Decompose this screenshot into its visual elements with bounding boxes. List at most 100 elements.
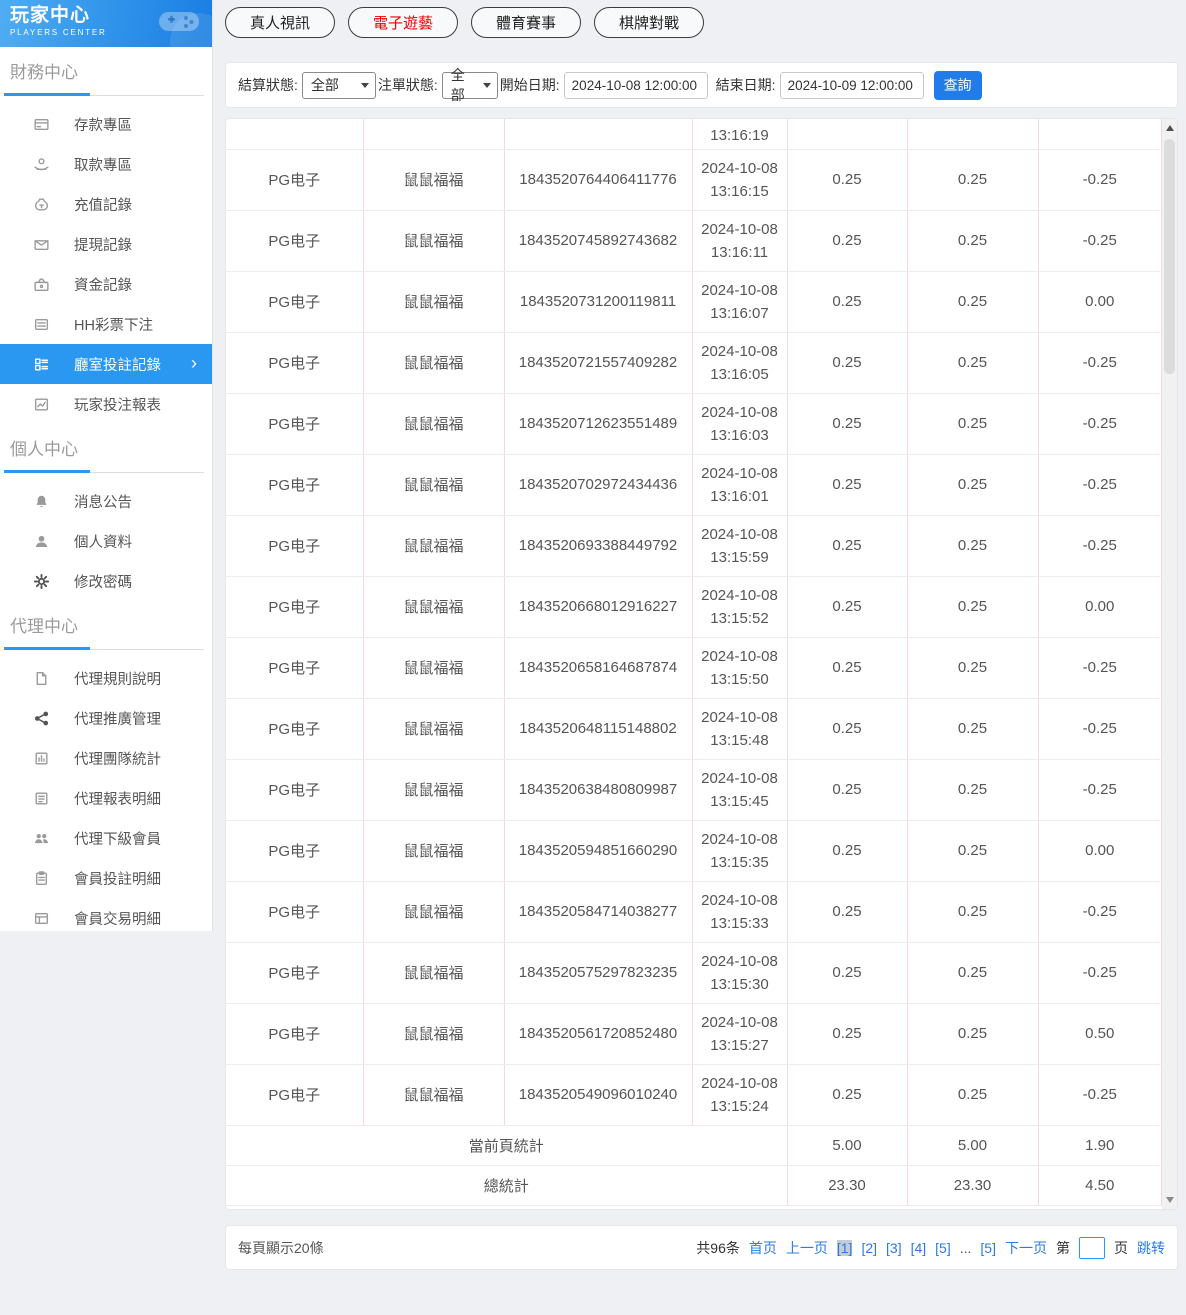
bet-amount-cell: 0.25: [787, 515, 908, 577]
game-name-cell: 鼠鼠福福: [363, 515, 505, 577]
valid-amount-cell: 0.25: [907, 881, 1039, 943]
game-name-cell: 鼠鼠福福: [363, 149, 505, 211]
bet-amount-cell: 0.25: [787, 454, 908, 516]
win-loss-cell: -0.25: [1038, 698, 1162, 760]
sidebar-item[interactable]: 代理報表明細: [0, 778, 212, 818]
table-row: PG电子 鼠鼠福福 1843520648115148802 2024-10-08…: [226, 698, 1162, 760]
bet-records-table-panel: 13:16:19 PG电子 鼠鼠福福 1843520764406411776 2…: [225, 118, 1178, 1210]
sidebar-nav: 財務中心存款專區取款專區充值記錄 提現記錄 資金記錄 HH彩票下注廳室投註記錄 › 玩家投…: [0, 47, 212, 938]
provider-cell: PG电子: [226, 1003, 364, 1065]
partial-time-cell: 13:16:19: [692, 119, 788, 150]
win-loss-cell: -0.25: [1038, 332, 1162, 394]
bet-amount-cell: 0.25: [787, 271, 908, 333]
chevron-down-icon: [360, 82, 369, 88]
next-page-link[interactable]: 下一页: [1005, 1238, 1047, 1258]
sidebar-item[interactable]: 玩家投注報表: [0, 384, 212, 424]
win-loss-cell: -0.25: [1038, 942, 1162, 1004]
scroll-up-arrow-icon[interactable]: [1165, 125, 1174, 131]
page-link-5[interactable]: [5]: [935, 1240, 951, 1256]
order-status-value: 全部: [450, 67, 465, 103]
sidebar-item[interactable]: 資金記錄: [0, 264, 212, 304]
provider-cell: PG电子: [226, 698, 364, 760]
valid-amount-cell: 0.25: [907, 210, 1039, 272]
pagination-ellipsis: ...: [959, 1239, 972, 1256]
valid-amount-cell: 0.25: [907, 149, 1039, 211]
search-button[interactable]: 查詢: [933, 70, 982, 100]
tab-board-card-games[interactable]: 棋牌對戰: [594, 7, 705, 38]
sidebar-item[interactable]: 代理規則說明: [0, 658, 212, 698]
datetime-cell: 2024-10-08 13:16:15: [692, 149, 788, 211]
table-row: PG电子 鼠鼠福福 1843520638480809987 2024-10-08…: [226, 759, 1162, 821]
page-link-3[interactable]: [3]: [886, 1240, 902, 1256]
sidebar-item[interactable]: 消息公告: [0, 481, 212, 521]
order-id-cell: 1843520594851660290: [504, 820, 693, 882]
players-center-page: 玩家中心 PLAYERS CENTER 財務中心 存款專區 取款專區 充值記錄 提現記錄…: [0, 0, 1186, 1315]
sidebar-item[interactable]: 修改密碼: [0, 561, 212, 601]
deposit-card-icon: [33, 116, 50, 133]
start-date-input[interactable]: [563, 71, 708, 99]
valid-amount-cell: 0.25: [907, 332, 1039, 394]
tab-electronic-games[interactable]: 電子遊藝: [348, 7, 459, 38]
scrollbar-thumb[interactable]: [1164, 139, 1175, 374]
end-date-input[interactable]: [779, 71, 924, 99]
order-status-select[interactable]: 全部: [441, 67, 498, 103]
page-link-2[interactable]: [2]: [861, 1240, 877, 1256]
cashout-envelope-icon: [33, 236, 50, 253]
bet-amount-cell: 0.25: [787, 332, 908, 394]
datetime-cell: 2024-10-08 13:16:01: [692, 454, 788, 516]
valid-amount-cell: 0.25: [907, 393, 1039, 455]
datetime-cell: 2024-10-08 13:16:05: [692, 332, 788, 394]
datetime-cell: 2024-10-08 13:16:11: [692, 210, 788, 272]
total-summary-result: 4.50: [1038, 1165, 1162, 1206]
game-name-cell: 鼠鼠福福: [363, 1064, 505, 1126]
sidebar-item-label: 存款專區: [74, 117, 132, 134]
first-page-link[interactable]: 首页: [749, 1238, 777, 1258]
table-row: PG电子 鼠鼠福福 1843520745892743682 2024-10-08…: [226, 210, 1162, 272]
tab-live-video[interactable]: 真人視訊: [225, 7, 336, 38]
section-title: 財務中心: [10, 63, 78, 82]
datetime-cell: 2024-10-08 13:15:33: [692, 881, 788, 943]
sidebar-item[interactable]: 會員交易明細: [0, 898, 212, 938]
prev-page-link[interactable]: 上一页: [786, 1238, 828, 1258]
sidebar-item[interactable]: 會員投註明細: [0, 858, 212, 898]
provider-cell: PG电子: [226, 759, 364, 821]
win-loss-cell: -0.25: [1038, 759, 1162, 821]
sidebar-item[interactable]: 存款專區: [0, 104, 212, 144]
provider-cell: PG电子: [226, 149, 364, 211]
sidebar-item-label: HH彩票下注: [74, 317, 153, 334]
win-loss-cell: -0.25: [1038, 210, 1162, 272]
last-page-link[interactable]: [5]: [980, 1240, 996, 1256]
page-link-4[interactable]: [4]: [911, 1240, 927, 1256]
table-scrollbar[interactable]: [1162, 119, 1177, 1209]
document-icon: [33, 670, 50, 687]
sidebar-item[interactable]: 代理團隊統計: [0, 738, 212, 778]
tab-sports[interactable]: 體育賽事: [471, 7, 582, 38]
bet-amount-cell: 0.25: [787, 637, 908, 699]
sidebar-item[interactable]: 提現記錄: [0, 224, 212, 264]
table-row: PG电子 鼠鼠福福 1843520712623551489 2024-10-08…: [226, 393, 1162, 455]
bet-amount-cell: 0.25: [787, 1003, 908, 1065]
provider-cell: PG电子: [226, 332, 364, 394]
jump-button[interactable]: 跳转: [1137, 1238, 1165, 1258]
sidebar-item[interactable]: 充值記錄: [0, 184, 212, 224]
page-jump-input[interactable]: [1079, 1236, 1105, 1259]
provider-cell: PG电子: [226, 942, 364, 1004]
sidebar-item[interactable]: 個人資料: [0, 521, 212, 561]
page-link-1[interactable]: [1]: [836, 1239, 853, 1256]
main-content: 真人視訊 電子遊藝 體育賽事 棋牌對戰 結算狀態: 全部 注單狀態: 全部 開始…: [225, 0, 1178, 1315]
sidebar-item[interactable]: 取款專區: [0, 144, 212, 184]
order-id-cell: 1843520702972434436: [504, 454, 693, 516]
provider-cell: PG电子: [226, 393, 364, 455]
sidebar-item[interactable]: 廳室投註記錄 ›: [0, 344, 212, 384]
sidebar-item[interactable]: 代理推廣管理: [0, 698, 212, 738]
sidebar-item[interactable]: 代理下級會員: [0, 818, 212, 858]
sidebar-item-label: 取款專區: [74, 157, 132, 174]
subordinate-users-icon: [33, 830, 50, 847]
sidebar-item[interactable]: HH彩票下注: [0, 304, 212, 344]
section-title: 代理中心: [10, 617, 78, 636]
settle-status-select[interactable]: 全部: [301, 71, 376, 99]
total-summary-valid: 23.30: [907, 1165, 1039, 1206]
bet-records-table: 13:16:19 PG电子 鼠鼠福福 1843520764406411776 2…: [226, 119, 1162, 1209]
scroll-down-arrow-icon[interactable]: [1165, 1197, 1174, 1203]
sidebar-item-label: 會員投註明細: [74, 871, 161, 888]
